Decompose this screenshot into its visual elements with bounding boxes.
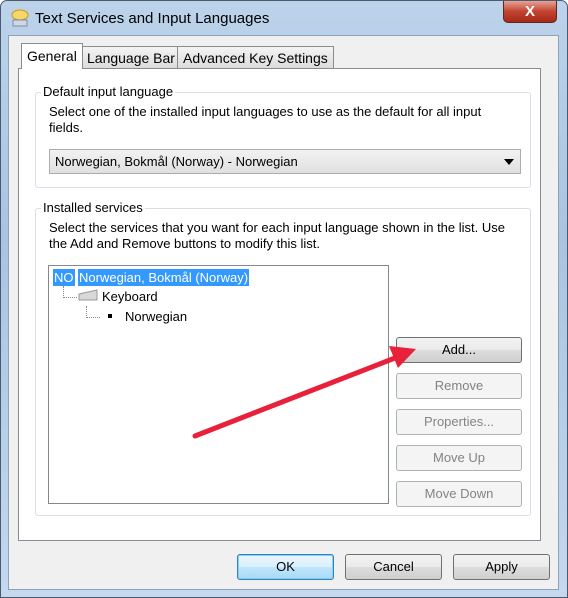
arrow-shaft	[192, 353, 403, 439]
tab-general[interactable]: General	[21, 43, 83, 69]
annotation-arrow	[192, 346, 416, 439]
